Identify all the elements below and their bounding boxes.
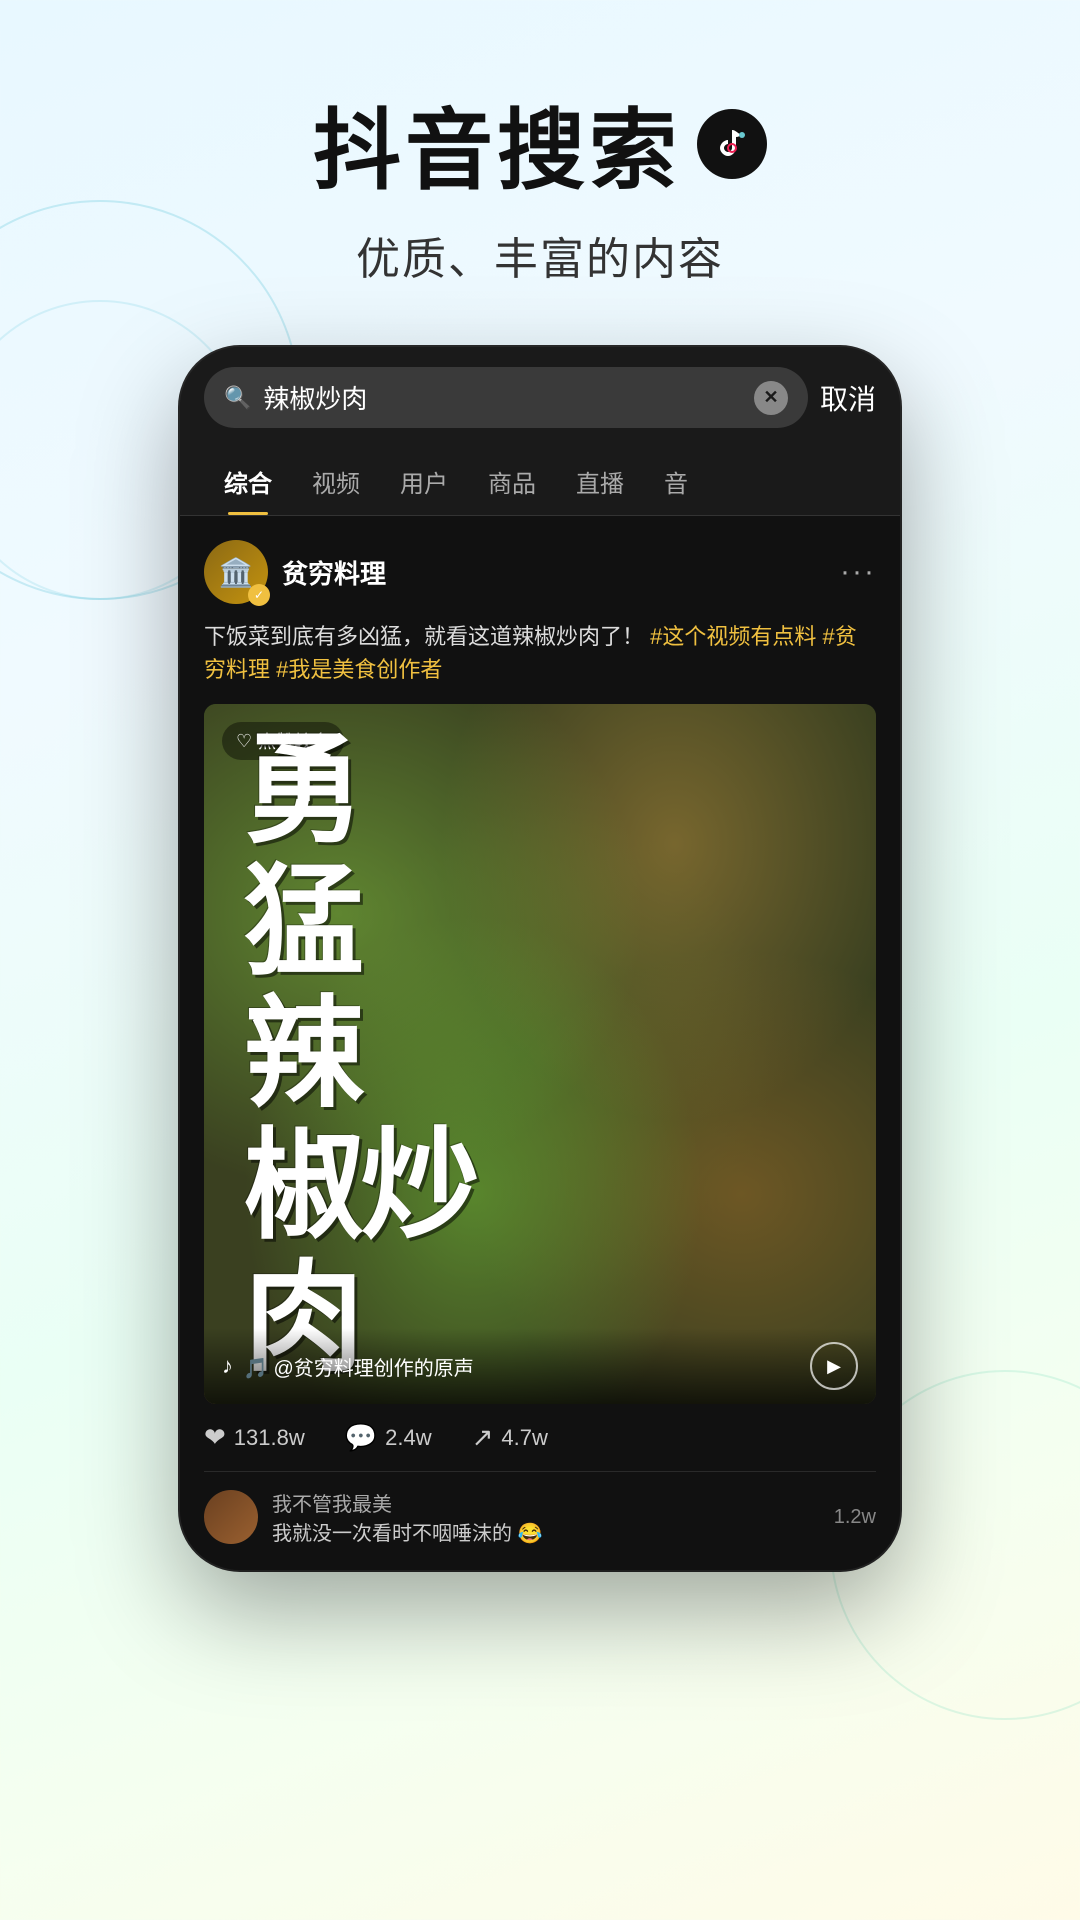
likes-value: 131.8w	[234, 1425, 305, 1451]
video-thumbnail[interactable]: ♡ 点赞较多 勇猛辣椒炒肉 ♪ 🎵 @贫穷料理创作的原声 ▶	[204, 704, 876, 1404]
engagement-row: ❤ 131.8w 💬 2.4w ↗ 4.7w	[204, 1404, 876, 1472]
post-avatar: 🏛️ ✓	[204, 540, 268, 604]
post-description: 下饭菜到底有多凶猛，就看这道辣椒炒肉了！ #这个视频有点料 #贫穷料理 #我是美…	[204, 620, 876, 686]
hero-section: 抖音搜索 优质、丰富的内容	[0, 0, 1080, 327]
comment-icon: 💬	[345, 1422, 377, 1453]
tab-音[interactable]: 音	[644, 448, 708, 515]
play-button[interactable]: ▶	[810, 1342, 858, 1390]
phone-frame: 🔍 辣椒炒肉 ✕ 取消 综合 视频 用户 商品 直播	[180, 347, 900, 1570]
comment-text: 我就没一次看时不咽唾沫的 😂	[272, 1517, 820, 1546]
clear-icon: ✕	[763, 387, 778, 408]
share-icon: ↗	[472, 1422, 494, 1453]
comments-value: 2.4w	[385, 1425, 431, 1451]
search-icon: 🔍	[224, 385, 251, 411]
play-icon: ▶	[827, 1356, 841, 1377]
hero-title: 抖音搜索	[0, 80, 1080, 207]
cancel-button[interactable]: 取消	[820, 378, 876, 418]
post-username[interactable]: 贫穷料理	[282, 554, 386, 591]
post-author: 🏛️ ✓ 贫穷料理	[204, 540, 386, 604]
search-input-wrap[interactable]: 🔍 辣椒炒肉 ✕	[204, 367, 808, 428]
commenter-name: 我不管我最美	[272, 1488, 820, 1517]
tiktok-note-icon: ♪	[222, 1353, 233, 1379]
post-menu-button[interactable]: ···	[840, 555, 876, 589]
tab-商品[interactable]: 商品	[468, 448, 556, 515]
content-area: 🏛️ ✓ 贫穷料理 ··· 下饭菜到底有多凶猛，就看这道辣椒炒肉了！ #这个视频…	[180, 516, 900, 1570]
comment-content: 我不管我最美 我就没一次看时不咽唾沫的 😂	[272, 1488, 820, 1546]
shares-count[interactable]: ↗ 4.7w	[472, 1422, 548, 1453]
comment-count: 1.2w	[834, 1506, 876, 1529]
search-input[interactable]: 辣椒炒肉	[263, 379, 742, 416]
video-text-overlay: 勇猛辣椒炒肉	[204, 704, 876, 1404]
video-bottom-bar: ♪ 🎵 @贫穷料理创作的原声 ▶	[204, 1328, 876, 1404]
phone-wrapper: 🔍 辣椒炒肉 ✕ 取消 综合 视频 用户 商品 直播	[0, 347, 1080, 1570]
video-calligraphy-text: 勇猛辣椒炒肉	[244, 724, 476, 1384]
hero-title-text: 抖音搜索	[313, 80, 681, 207]
tab-视频[interactable]: 视频	[292, 448, 380, 515]
tab-bar: 综合 视频 用户 商品 直播 音	[180, 448, 900, 516]
tab-综合[interactable]: 综合	[204, 448, 292, 515]
audio-label: 🎵 @贫穷料理创作的原声	[243, 1352, 474, 1381]
search-clear-button[interactable]: ✕	[754, 381, 788, 415]
verified-badge-icon: ✓	[248, 584, 270, 606]
search-bar-row: 🔍 辣椒炒肉 ✕ 取消	[180, 347, 900, 448]
hero-subtitle: 优质、丰富的内容	[0, 223, 1080, 287]
shares-value: 4.7w	[501, 1425, 547, 1451]
commenter-avatar	[204, 1490, 258, 1544]
tiktok-logo-icon	[697, 109, 767, 179]
comment-preview-row: 我不管我最美 我就没一次看时不咽唾沫的 😂 1.2w	[204, 1472, 876, 1546]
comments-count[interactable]: 💬 2.4w	[345, 1422, 432, 1453]
audio-info: ♪ 🎵 @贫穷料理创作的原声	[222, 1352, 474, 1381]
likes-count[interactable]: ❤ 131.8w	[204, 1422, 305, 1453]
tab-用户[interactable]: 用户	[380, 448, 468, 515]
tab-直播[interactable]: 直播	[556, 448, 644, 515]
post-header: 🏛️ ✓ 贫穷料理 ···	[204, 540, 876, 604]
heart-icon: ❤	[204, 1422, 226, 1453]
